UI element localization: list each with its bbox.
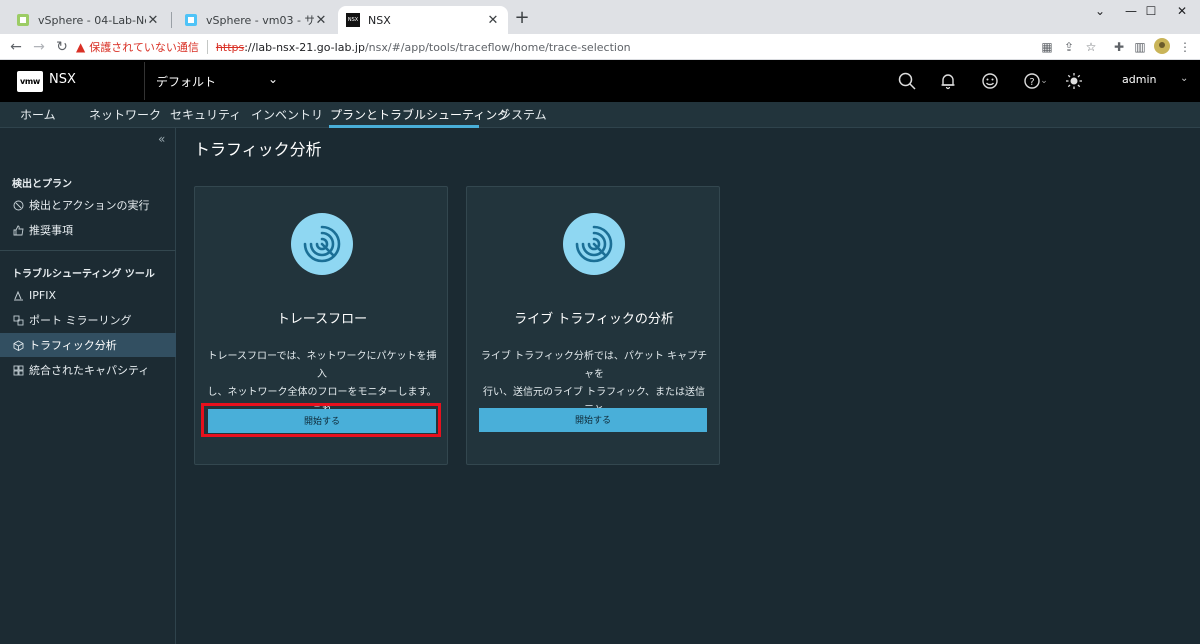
- bookmark-star-icon[interactable]: ☆: [1082, 38, 1100, 56]
- nav-network[interactable]: ネットワーク: [89, 106, 161, 123]
- sidebar-item-discover-action[interactable]: 検出とアクションの実行: [0, 193, 176, 217]
- url-host: ://lab-nsx-21.go-lab.jp: [244, 40, 365, 54]
- sidebar-divider: [0, 250, 176, 251]
- sidebar-item-traffic-analysis[interactable]: トラフィック分析: [0, 333, 176, 357]
- chevron-down-icon[interactable]: ⌄: [1038, 70, 1050, 92]
- collapse-sidebar-icon[interactable]: «: [158, 132, 165, 146]
- tab-close-icon[interactable]: ✕: [486, 13, 500, 28]
- search-icon[interactable]: [896, 70, 918, 92]
- active-nav-indicator: [329, 125, 479, 128]
- sidebar-item-label: 推奨事項: [29, 224, 73, 237]
- sidebar-item-label: 検出とアクションの実行: [29, 199, 150, 212]
- live-traffic-target-icon: [563, 213, 625, 275]
- insecure-warning: 保護されていない通信: [89, 41, 199, 54]
- port-mirroring-icon: [12, 314, 24, 326]
- tab-title: vSphere - vm03 - サマリ: [206, 14, 314, 27]
- warning-triangle-icon: ▲: [76, 40, 86, 54]
- capacity-grid-icon: [12, 364, 24, 376]
- traceflow-card: トレースフロー トレースフローでは、ネットワークにパケットを挿入 し、ネットワー…: [194, 186, 448, 465]
- card-title: トレースフロー: [276, 312, 368, 327]
- share-icon[interactable]: ⇪: [1060, 38, 1078, 56]
- chevron-down-icon[interactable]: ⌄: [268, 72, 278, 86]
- favicon-text: NSX: [347, 17, 359, 23]
- nsx-favicon-icon: NSX: [346, 13, 360, 27]
- traceflow-start-button[interactable]: 開始する: [208, 409, 436, 433]
- ipfix-icon: [12, 289, 24, 301]
- tab-close-icon[interactable]: ✕: [314, 13, 328, 28]
- sidebar-item-label: トラフィック分析: [29, 339, 117, 352]
- new-tab-button[interactable]: +: [512, 8, 532, 28]
- url-separator: [206, 40, 208, 54]
- live-traffic-start-button[interactable]: 開始する: [479, 408, 707, 432]
- header-divider: [144, 62, 145, 100]
- extensions-puzzle-icon[interactable]: ✚: [1110, 38, 1128, 56]
- smiley-feedback-icon[interactable]: [979, 70, 1001, 92]
- browser-tab-vsphere-vm03[interactable]: vSphere - vm03 - サマリ ✕: [176, 6, 336, 34]
- svg-text:?: ?: [1029, 77, 1034, 88]
- url-path: /nsx/#/app/tools/traceflow/home/trace-se…: [364, 40, 631, 54]
- tab-title: vSphere - 04-Lab-Nested - 仮想: [38, 14, 146, 27]
- sidebar-section-troubleshooting: トラブルシューティング ツール: [12, 269, 155, 280]
- forward-arrow-icon[interactable]: →: [29, 37, 49, 57]
- bell-notification-icon[interactable]: [937, 70, 959, 92]
- browser-menu-icon[interactable]: ⋮: [1176, 38, 1194, 56]
- url-field[interactable]: ▲ 保護されていない通信 https ://lab-nsx-21.go-lab.…: [76, 36, 1026, 58]
- sidebar-item-consolidated-capacity[interactable]: 統合されたキャパシティ: [0, 358, 176, 382]
- user-menu[interactable]: admin: [1122, 73, 1156, 86]
- tab-title: NSX: [368, 13, 391, 27]
- sidebar-section-discover: 検出とプラン: [12, 179, 72, 190]
- theme-sun-icon[interactable]: [1063, 70, 1085, 92]
- traceflow-target-icon: [291, 213, 353, 275]
- live-traffic-card: ライブ トラフィックの分析 ライブ トラフィック分析では、パケット キャプチャを…: [466, 186, 720, 465]
- page-title: トラフィック分析: [194, 140, 322, 159]
- chevron-down-icon[interactable]: ⌄: [1180, 73, 1188, 84]
- back-arrow-icon[interactable]: ←: [6, 37, 26, 57]
- browser-tab-nsx[interactable]: NSX NSX ✕: [338, 6, 508, 34]
- sidebar-item-recommendations[interactable]: 推奨事項: [0, 218, 176, 242]
- vsphere-favicon-icon: [184, 13, 198, 27]
- side-panel-icon[interactable]: ▥: [1131, 38, 1149, 56]
- profile-avatar[interactable]: [1153, 38, 1171, 56]
- translate-icon[interactable]: ▦: [1038, 38, 1056, 56]
- cube-icon: [12, 339, 24, 351]
- sidebar-item-label: ポート ミラーリング: [29, 314, 132, 327]
- vmware-logo: vmw: [17, 71, 43, 92]
- sidebar-item-label: 統合されたキャパシティ: [29, 364, 150, 377]
- tab-close-icon[interactable]: ✕: [146, 13, 160, 28]
- browser-tab-vsphere-lab[interactable]: vSphere - 04-Lab-Nested - 仮想 ✕: [8, 6, 168, 34]
- nav-system[interactable]: システム: [499, 106, 547, 123]
- nav-inventory[interactable]: インベントリ: [251, 106, 323, 123]
- sidebar-item-label: IPFIX: [29, 288, 56, 302]
- card-title: ライブ トラフィックの分析: [514, 312, 674, 327]
- card-description-line: トレースフローでは、ネットワークにパケットを挿入: [207, 351, 437, 380]
- nav-home[interactable]: ホーム: [20, 106, 56, 123]
- nav-security[interactable]: セキュリティ: [170, 106, 241, 123]
- sidebar-item-port-mirroring[interactable]: ポート ミラーリング: [0, 308, 176, 332]
- thumbs-up-icon: [12, 224, 24, 236]
- vsphere-favicon-icon: [16, 13, 30, 27]
- reload-icon[interactable]: ↻: [52, 37, 72, 57]
- context-selector[interactable]: デフォルト: [156, 73, 216, 90]
- tab-separator: [171, 12, 172, 28]
- discover-icon: [12, 199, 24, 211]
- product-name: NSX: [49, 72, 76, 87]
- nav-plan-troubleshoot[interactable]: プランとトラブルシューティング: [330, 106, 509, 123]
- card-description-line: ライブ トラフィック分析では、パケット キャプチャを: [480, 351, 708, 380]
- url-scheme: https: [215, 40, 245, 54]
- close-window-button[interactable]: ✕: [1164, 0, 1200, 22]
- sidebar-item-ipfix[interactable]: IPFIX: [0, 283, 176, 307]
